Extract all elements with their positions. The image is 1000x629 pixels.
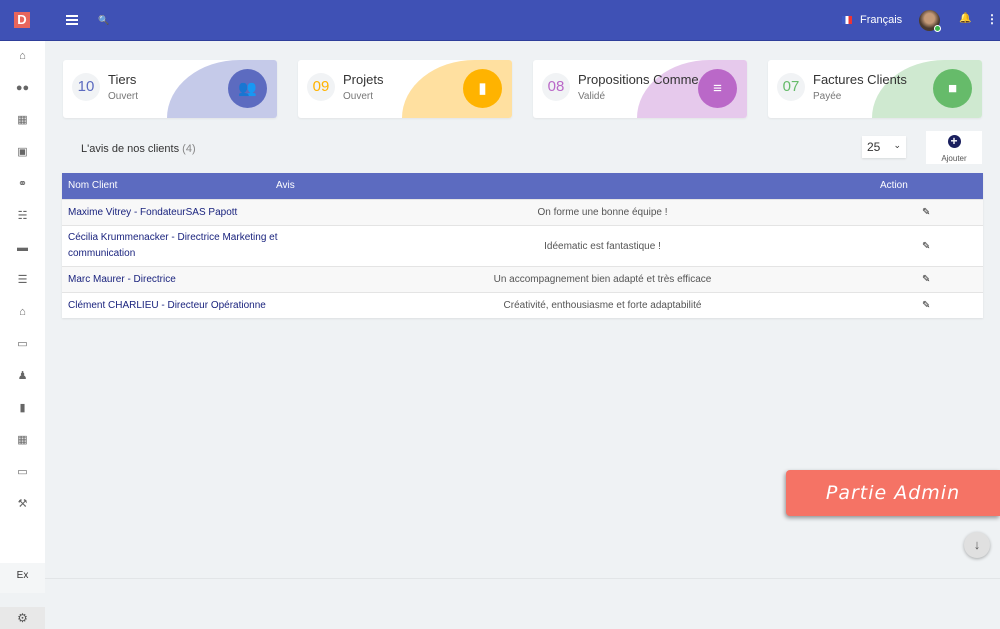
column-header-action: Action xyxy=(880,180,908,191)
coins-icon[interactable]: ☰ xyxy=(0,270,45,290)
handshake-icon[interactable]: ⚭ xyxy=(0,174,45,194)
table-header: Nom Client Avis Action xyxy=(62,173,983,199)
folder-open-icon[interactable]: ▮ xyxy=(0,398,45,418)
footer xyxy=(45,578,1000,588)
card-number: 10 xyxy=(72,73,100,101)
card-title: Propositions Comme xyxy=(578,72,699,87)
home-icon[interactable]: ⌂ xyxy=(0,46,45,66)
chevron-down-icon: ⌄ xyxy=(893,140,901,150)
calendar-icon[interactable]: ▦ xyxy=(0,430,45,450)
stat-card[interactable]: 09 Projets Ouvert ▮ xyxy=(298,60,512,118)
card-number: 08 xyxy=(542,73,570,101)
client-name[interactable]: Marc Maurer - Directrice xyxy=(68,272,278,288)
table-row: Marc Maurer - Directrice Un accompagneme… xyxy=(62,266,983,292)
client-review: Créativité, enthousiasme et forte adapta… xyxy=(503,300,702,311)
page-size-select[interactable]: 25 ⌄ xyxy=(862,136,906,158)
ticket-icon[interactable]: ▭ xyxy=(0,462,45,482)
admin-banner[interactable]: Partie Admin xyxy=(786,470,1000,516)
section-title: L'avis de nos clients (4) xyxy=(81,143,196,155)
document-icon: ≡ xyxy=(698,69,737,108)
scroll-down-button[interactable]: ↓ xyxy=(964,532,990,558)
card-subtitle: Validé xyxy=(578,91,606,102)
user-tie-icon[interactable]: ♟ xyxy=(0,366,45,386)
top-bar: D 🔍 Français 🔔 ⋮ xyxy=(0,0,1000,41)
client-name[interactable]: Cécilia Krummenacker - Directrice Market… xyxy=(68,230,278,262)
card-subtitle: Ouvert xyxy=(108,91,139,102)
stat-card[interactable]: 07 Factures Clients Payée ■ xyxy=(768,60,982,118)
sidebar: ⌂ ●● ▦ ▣ ⚭ ☵ ▬ ☰ ⌂ ▭ ♟ ▮ ▦ ▭ ⚒ Ex ⚙ xyxy=(0,41,45,629)
app-logo[interactable]: D xyxy=(14,12,30,28)
building-icon[interactable]: ▦ xyxy=(0,110,45,130)
file-icon: ▮ xyxy=(463,69,502,108)
card-title: Tiers xyxy=(108,72,137,87)
language-label: Français xyxy=(860,14,903,26)
table-row: Cécilia Krummenacker - Directrice Market… xyxy=(62,225,983,266)
edit-pencil-icon[interactable]: ✎ xyxy=(922,207,930,218)
card-title: Factures Clients xyxy=(813,72,907,87)
column-header-name[interactable]: Nom Client xyxy=(68,180,117,191)
users-icon[interactable]: ●● xyxy=(0,78,45,98)
client-review: Idéematic est fantastique ! xyxy=(544,240,661,252)
client-review: Un accompagnement bien adapté et très ef… xyxy=(493,274,712,285)
gear-icon[interactable]: ⚙ xyxy=(0,607,45,629)
review-count: (4) xyxy=(182,143,196,155)
money-icon[interactable]: ▭ xyxy=(0,334,45,354)
search-icon[interactable]: 🔍 xyxy=(98,15,109,26)
reviews-table: Nom Client Avis Action Maxime Vitrey - F… xyxy=(62,173,983,318)
card-subtitle: Ouvert xyxy=(343,91,374,102)
client-review: On forme une bonne équipe ! xyxy=(537,207,668,218)
users-icon: 👥 xyxy=(228,69,267,108)
folder-icon: ■ xyxy=(933,69,972,108)
language-selector[interactable]: Français xyxy=(842,14,902,26)
flag-fr-icon xyxy=(842,16,852,24)
menu-icon[interactable] xyxy=(66,15,78,25)
card-number: 07 xyxy=(777,73,805,101)
bank-icon[interactable]: ⌂ xyxy=(0,302,45,322)
sitemap-icon[interactable]: ☵ xyxy=(0,206,45,226)
stat-card[interactable]: 10 Tiers Ouvert 👥 xyxy=(63,60,277,118)
edit-pencil-icon[interactable]: ✎ xyxy=(922,300,930,311)
client-name[interactable]: Maxime Vitrey - FondateurSAS Papott xyxy=(68,205,278,221)
online-status-icon xyxy=(934,25,941,32)
edit-pencil-icon[interactable]: ✎ xyxy=(922,241,930,252)
table-row: Maxime Vitrey - FondateurSAS Papott On f… xyxy=(62,199,983,225)
add-button[interactable]: + Ajouter xyxy=(926,131,982,164)
plus-circle-icon: + xyxy=(947,135,961,148)
section-title-text: L'avis de nos clients xyxy=(81,143,180,155)
add-label: Ajouter xyxy=(941,154,967,163)
table-row: Clément CHARLIEU - Directeur Opérationne… xyxy=(62,292,983,318)
briefcase-icon[interactable]: ▬ xyxy=(0,238,45,258)
card-title: Projets xyxy=(343,72,384,87)
column-header-avis[interactable]: Avis xyxy=(276,180,295,191)
page-size-value: 25 xyxy=(867,140,881,154)
more-vertical-icon[interactable]: ⋮ xyxy=(986,12,998,26)
user-avatar[interactable] xyxy=(919,10,941,32)
card-number: 09 xyxy=(307,73,335,101)
sidebar-item-ex[interactable]: Ex xyxy=(0,563,45,593)
card-subtitle: Payée xyxy=(813,91,842,102)
stat-card[interactable]: 08 Propositions Comme Validé ≡ xyxy=(533,60,747,118)
wrench-icon[interactable]: ⚒ xyxy=(0,494,45,514)
client-name[interactable]: Clément CHARLIEU - Directeur Opérationne xyxy=(68,298,278,314)
box-icon[interactable]: ▣ xyxy=(0,142,45,162)
bell-icon[interactable]: 🔔 xyxy=(959,13,971,24)
edit-pencil-icon[interactable]: ✎ xyxy=(922,274,930,285)
